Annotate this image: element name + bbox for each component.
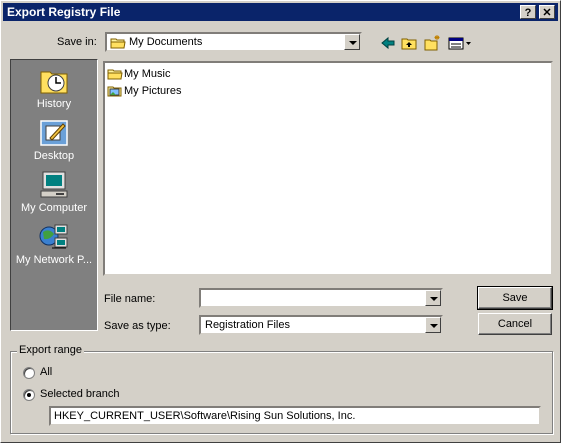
place-label-history: History [36, 98, 72, 110]
place-desktop[interactable]: Desktop [11, 118, 97, 162]
export-registry-dialog: Export Registry File ? ✕ Save in: My Doc… [0, 0, 561, 443]
help-button[interactable]: ? [520, 5, 536, 19]
desktop-icon [40, 120, 68, 146]
save-in-label: Save in: [57, 36, 97, 48]
place-label-network: My Network P... [15, 254, 93, 266]
save-as-type-value: Registration Files [205, 319, 290, 331]
chevron-down-icon[interactable] [425, 317, 441, 333]
branch-path-input[interactable]: HKEY_CURRENT_USER\Software\Rising Sun So… [49, 406, 541, 426]
cancel-button[interactable]: Cancel [478, 313, 552, 335]
place-my-computer[interactable]: My Computer [11, 170, 97, 214]
my-computer-icon [40, 171, 68, 198]
branch-path-value: HKEY_CURRENT_USER\Software\Rising Sun So… [54, 410, 356, 422]
history-icon [40, 71, 68, 94]
pictures-folder-icon [107, 86, 122, 97]
radio-all[interactable] [23, 367, 35, 379]
save-in-combo[interactable]: My Documents [105, 32, 362, 52]
place-network[interactable]: My Network P... [11, 222, 97, 266]
file-name-label: File name: [104, 293, 156, 305]
chevron-down-icon[interactable] [425, 290, 441, 306]
places-bar: History Desktop My Computer My Network P… [10, 59, 98, 331]
dialog-title: Export Registry File [7, 5, 121, 19]
export-range-legend: Export range [17, 344, 84, 356]
file-name-text: My Pictures [124, 85, 182, 97]
title-bar[interactable]: Export Registry File ? ✕ [3, 3, 558, 21]
save-in-value: My Documents [129, 36, 203, 48]
file-list[interactable]: My Music My Pictures [103, 61, 553, 276]
place-label-my-computer: My Computer [20, 202, 88, 214]
export-range-group: Export range All Selected branch HKEY_CU… [10, 344, 553, 434]
radio-selected-branch-label[interactable]: Selected branch [40, 388, 120, 400]
save-as-type-label: Save as type: [104, 320, 171, 332]
save-button[interactable]: Save [477, 286, 553, 310]
file-name-text: My Music [124, 68, 171, 80]
place-label-desktop: Desktop [33, 150, 75, 162]
radio-all-label[interactable]: All [40, 366, 52, 378]
place-history[interactable]: History [11, 66, 97, 110]
file-name-input[interactable] [199, 288, 443, 308]
chevron-down-icon[interactable] [344, 34, 360, 50]
folder-icon [107, 69, 123, 80]
new-folder-icon[interactable] [423, 34, 441, 52]
network-places-icon [39, 224, 68, 249]
back-icon[interactable] [379, 34, 397, 52]
radio-selected-branch[interactable] [23, 389, 35, 401]
view-menu-icon[interactable] [447, 34, 473, 52]
up-folder-icon[interactable] [400, 34, 418, 52]
save-as-type-select[interactable]: Registration Files [199, 315, 443, 335]
close-button[interactable]: ✕ [539, 5, 555, 19]
folder-icon [110, 38, 126, 49]
